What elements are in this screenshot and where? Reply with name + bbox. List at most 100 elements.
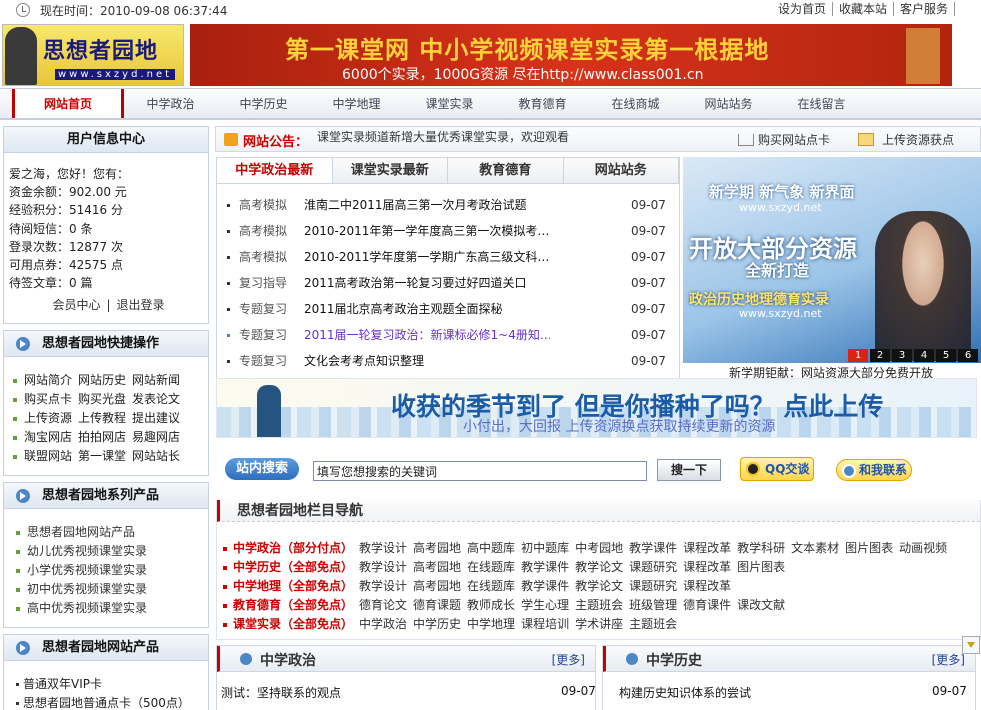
nav-guestbook[interactable]: 在线留言 [775,89,868,118]
column-link[interactable]: 德育课题 [413,598,461,612]
politics-panel-title[interactable]: 中学政治 [260,650,316,670]
column-link[interactable]: 高考园地 [413,541,461,555]
series-item[interactable]: 高中优秀视频课堂实录 [16,599,208,618]
column-link[interactable]: 课程改革 [683,579,731,593]
column-section-moral[interactable]: 教育德育（全部免点） [233,598,353,612]
bookmark-link[interactable]: 收藏本站 [833,2,894,16]
product-item-label[interactable]: 普通双年VIP卡 [23,677,102,691]
column-link[interactable]: 教师成长 [467,598,515,612]
quick-link-taobao[interactable]: 淘宝网店 [24,430,72,444]
column-section-history[interactable]: 中学历史（全部免点） [233,560,353,574]
upload-promo-banner[interactable]: 收获的季节到了 但是你播种了吗？ 点此上传 小付出，大回报 上传资源换点获取持续… [216,378,977,438]
header-banner-ad[interactable]: 第一课堂网 中小学视频课堂实录第一根据地 6000个实录，1000G资源 尽在h… [190,24,952,86]
column-link[interactable]: 教学课件 [629,541,677,555]
column-link[interactable]: 图片图表 [737,560,785,574]
column-link[interactable]: 动画视频 [899,541,947,555]
column-link[interactable]: 高中题库 [467,541,515,555]
set-homepage-link[interactable]: 设为首页 [772,2,833,16]
product-item[interactable]: 思想者园地普通点卡（500点） [16,694,208,710]
column-link[interactable]: 课程改革 [683,541,731,555]
search-input[interactable] [313,461,647,481]
column-section-geography[interactable]: 中学地理（全部免点） [233,579,353,593]
column-link[interactable]: 学生心理 [521,598,569,612]
buy-card-link[interactable]: 购买网站点卡 [738,131,830,148]
news-category[interactable]: 高考模拟 [239,192,287,218]
column-link[interactable]: 课题研究 [629,579,677,593]
column-link[interactable]: 教学论文 [575,579,623,593]
politics-item-title[interactable]: 测试：坚持联系的观点 [221,686,341,700]
column-link[interactable]: 主题班会 [575,598,623,612]
column-link[interactable]: 学术讲座 [575,617,623,631]
column-section-politics[interactable]: 中学政治（部分付点） [233,541,353,555]
slide-page-5[interactable]: 5 [936,349,956,362]
series-item-label[interactable]: 幼儿优秀视频课堂实录 [27,544,147,558]
nav-politics[interactable]: 中学政治 [124,89,217,118]
slide-page-2[interactable]: 2 [870,349,890,362]
member-center-link[interactable]: 会员中心 [46,298,106,312]
news-category[interactable]: 高考模拟 [239,218,287,244]
quick-link-eachnet[interactable]: 易趣网店 [132,430,180,444]
quick-link-upload-tutorial[interactable]: 上传教程 [78,411,126,425]
quick-link-buy-disc[interactable]: 购买光盘 [78,392,126,406]
series-item[interactable]: 幼儿优秀视频课堂实录 [16,542,208,561]
tab-site-affairs[interactable]: 网站站务 [563,158,679,183]
column-link[interactable]: 班级管理 [629,598,677,612]
series-item[interactable]: 初中优秀视频课堂实录 [16,580,208,599]
news-title[interactable]: 2010-2011年第一学年度高三第一次模拟考… [304,218,550,244]
column-link[interactable]: 中学地理 [467,617,515,631]
series-item-label[interactable]: 思想者园地网站产品 [27,525,135,539]
quick-link-class001[interactable]: 第一课堂 [78,449,126,463]
series-item[interactable]: 小学优秀视频课堂实录 [16,561,208,580]
column-link[interactable]: 教学课件 [521,579,569,593]
column-link[interactable]: 课改文献 [737,598,785,612]
quick-link-intro[interactable]: 网站简介 [24,373,72,387]
column-link[interactable]: 在线题库 [467,560,515,574]
site-logo[interactable]: 思想者园地 www.sxzyd.net [2,24,184,86]
product-item[interactable]: 普通双年VIP卡 [16,675,208,694]
column-section-classroom[interactable]: 课堂实录（全部免点） [233,617,353,631]
series-item[interactable]: 思想者园地网站产品 [16,523,208,542]
quick-link-upload-resource[interactable]: 上传资源 [24,411,72,425]
contact-me-button[interactable]: 和我联系 [836,459,912,481]
news-title[interactable]: 淮南二中2011届高三第一次月考政治试题 [304,192,550,218]
column-link[interactable]: 中学政治 [359,617,407,631]
quick-link-paipai[interactable]: 拍拍网店 [78,430,126,444]
product-item-label[interactable]: 思想者园地普通点卡（500点） [23,696,190,710]
slide-page-3[interactable]: 3 [892,349,912,362]
column-link[interactable]: 文本素材 [791,541,839,555]
announcement-text[interactable]: 课堂实录频道新增大量优秀课堂实录，欢迎观看 [317,128,569,145]
column-link[interactable]: 高考园地 [413,560,461,574]
nav-moral[interactable]: 教育德育 [496,89,589,118]
series-item-label[interactable]: 小学优秀视频课堂实录 [27,563,147,577]
nav-affairs[interactable]: 网站站务 [682,89,775,118]
column-link[interactable]: 课程改革 [683,560,731,574]
news-category[interactable]: 高考模拟 [239,244,287,270]
news-category[interactable]: 专题复习 [239,322,287,348]
news-category[interactable]: 专题复习 [239,348,287,374]
slide-page-1[interactable]: 1 [848,349,868,362]
qq-chat-button[interactable]: QQ交谈 [740,457,814,481]
tab-classroom-latest[interactable]: 课堂实录最新 [332,158,448,183]
nav-shop[interactable]: 在线商城 [589,89,682,118]
news-title[interactable]: 文化会考考点知识整理 [304,348,550,374]
back-to-top-button[interactable] [962,636,980,654]
politics-more-link[interactable]: [更多] [552,651,585,668]
slide-page-6[interactable]: 6 [958,349,978,362]
column-link[interactable]: 课程培训 [521,617,569,631]
quick-link-history[interactable]: 网站历史 [78,373,126,387]
search-button[interactable]: 搜一下 [657,459,721,481]
nav-home[interactable]: 网站首页 [12,89,124,118]
column-link[interactable]: 教学课件 [521,560,569,574]
column-link[interactable]: 教学论文 [575,560,623,574]
news-category[interactable]: 专题复习 [239,296,287,322]
quick-link-buy-card[interactable]: 购买点卡 [24,392,72,406]
slide-page-4[interactable]: 4 [914,349,934,362]
news-title[interactable]: 2011届北京高考政治主观题全面探秘 [304,296,550,322]
nav-classroom[interactable]: 课堂实录 [403,89,496,118]
unread-messages[interactable]: 待阅短信：0 条 [9,220,208,238]
column-link[interactable]: 中考园地 [575,541,623,555]
column-link[interactable]: 主题班会 [629,617,677,631]
column-link[interactable]: 教学设计 [359,579,407,593]
nav-history[interactable]: 中学历史 [217,89,310,118]
customer-service-link[interactable]: 客户服务 [894,2,955,16]
